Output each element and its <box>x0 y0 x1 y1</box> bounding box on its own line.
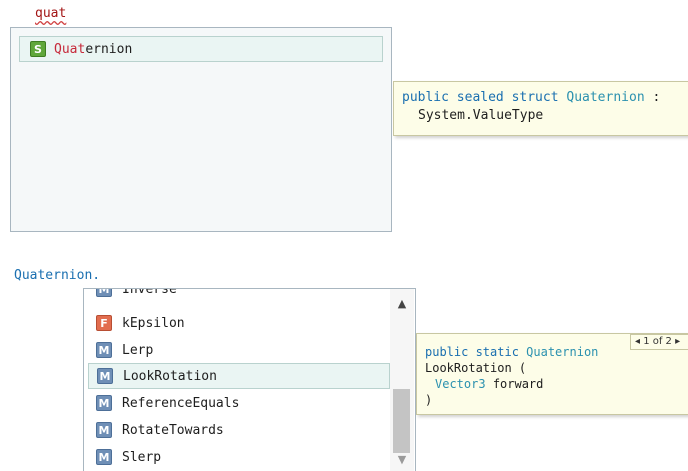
method-icon: M <box>96 289 112 297</box>
field-icon: F <box>96 315 112 331</box>
list-item-label: Inverse <box>122 288 177 297</box>
method-icon: M <box>96 422 112 438</box>
completion-item-quaternion[interactable]: S Quaternion <box>19 36 383 62</box>
tooltip-method-name: LookRotation ( <box>425 361 527 375</box>
list-item-label: Slerp <box>122 449 162 465</box>
quickinfo-tooltip: public sealed struct Quaternion : System… <box>393 81 688 136</box>
typed-text[interactable]: quat <box>35 6 66 21</box>
member-list: M Inverse F kEpsilon M Lerp M LookRotati… <box>83 288 416 471</box>
list-item[interactable]: M RotateTowards <box>88 417 390 443</box>
scroll-down-icon[interactable]: ▼ <box>390 453 414 467</box>
completion-list: S Quaternion <box>10 27 392 232</box>
list-item[interactable]: M ReferenceEquals <box>88 390 390 416</box>
list-item[interactable]: M Lerp <box>88 337 390 363</box>
list-item-label: Lerp <box>122 342 154 358</box>
list-item-label: kEpsilon <box>122 315 185 331</box>
list-item-label: LookRotation <box>123 368 217 384</box>
tooltip-close-paren: ) <box>425 393 433 407</box>
signature-tooltip: ◂ 1 of 2 ▸ public static Quaternion Look… <box>416 333 688 415</box>
method-icon: M <box>96 449 112 465</box>
vertical-scrollbar[interactable]: ▲ ▼ <box>390 289 414 471</box>
method-icon: M <box>97 368 113 384</box>
list-item[interactable]: M Inverse <box>88 288 390 302</box>
completion-item-label: Quaternion <box>54 41 133 57</box>
tooltip-signature: public sealed struct Quaternion : <box>402 90 661 105</box>
tooltip-base-type: System.ValueType <box>418 108 544 123</box>
scroll-up-icon[interactable]: ▲ <box>390 297 414 311</box>
list-item-label: RotateTowards <box>122 422 224 438</box>
tooltip-parameter: Vector3 forward <box>435 377 544 391</box>
list-item-selected[interactable]: M LookRotation <box>88 363 390 389</box>
list-item[interactable]: F kEpsilon <box>88 310 390 336</box>
method-icon: M <box>96 342 112 358</box>
scroll-thumb[interactable] <box>393 389 410 453</box>
struct-icon: S <box>30 41 46 57</box>
list-item[interactable]: M Slerp <box>88 444 390 470</box>
method-icon: M <box>96 395 112 411</box>
typed-expression[interactable]: Quaternion. <box>14 268 100 283</box>
tooltip-return-line: public static Quaternion <box>425 345 599 359</box>
overload-navigator[interactable]: ◂ 1 of 2 ▸ <box>630 334 688 350</box>
list-item-label: ReferenceEquals <box>122 395 240 411</box>
